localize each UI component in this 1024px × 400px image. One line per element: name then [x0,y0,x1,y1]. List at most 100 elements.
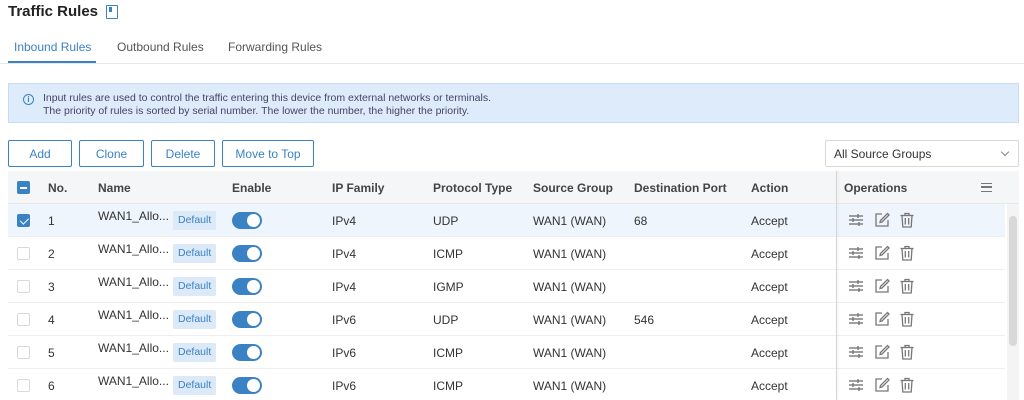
table-row[interactable]: 1 WAN1_Allo... Default IPv4 UDP WAN1 (WA… [8,204,1005,237]
info-banner: i Input rules are used to control the tr… [8,83,1019,123]
row-checkbox[interactable] [17,313,30,326]
adjust-icon[interactable] [848,344,864,360]
source-group-select-value: All Source Groups [834,146,932,161]
tab-outbound-rules[interactable]: Outbound Rules [117,40,204,54]
scrollbar-thumb[interactable] [1009,216,1017,346]
trash-icon[interactable] [899,377,915,393]
row-protocol: IGMP [433,280,464,294]
info-line-2: The priority of rules is sorted by seria… [43,105,470,117]
row-ip-family: IPv4 [332,280,357,294]
row-ip-family: IPv6 [332,379,357,393]
clone-button[interactable]: Clone [79,140,144,167]
enable-toggle[interactable] [232,311,262,328]
adjust-icon[interactable] [848,377,864,393]
default-badge: Default [173,310,217,329]
trash-icon[interactable] [899,344,915,360]
row-source-group: WAN1 (WAN) [533,214,607,228]
row-name: WAN1_Allo... [98,374,169,388]
row-action: Accept [751,379,788,393]
row-source-group: WAN1 (WAN) [533,379,607,393]
row-destination-port: 68 [634,214,648,228]
edit-icon[interactable] [874,311,890,327]
enable-toggle[interactable] [232,278,262,295]
chevron-down-icon [1000,147,1010,157]
row-source-group: WAN1 (WAN) [533,247,607,261]
row-checkbox[interactable] [17,280,30,293]
select-all-checkbox[interactable] [17,181,30,194]
row-checkbox[interactable] [17,214,30,227]
table-header: No. Name Enable IP Family Protocol Type … [8,171,1019,204]
row-checkbox[interactable] [17,379,30,392]
row-action: Accept [751,214,788,228]
edit-icon[interactable] [874,344,890,360]
tab-bar: Inbound Rules Outbound Rules Forwarding … [0,30,1024,64]
tab-forwarding-rules[interactable]: Forwarding Rules [228,40,322,54]
default-badge: Default [173,343,217,362]
move-to-top-button[interactable]: Move to Top [222,140,314,167]
add-button[interactable]: Add [8,140,72,167]
adjust-icon[interactable] [848,212,864,228]
row-name: WAN1_Allo... [98,209,169,223]
trash-icon[interactable] [899,245,915,261]
col-no: No. [48,181,68,195]
enable-toggle[interactable] [232,377,262,394]
enable-toggle[interactable] [232,212,262,229]
row-ip-family: IPv4 [332,214,357,228]
edit-icon[interactable] [874,245,890,261]
row-no: 3 [48,280,55,294]
row-protocol: ICMP [433,247,463,261]
adjust-icon[interactable] [848,278,864,294]
edit-icon[interactable] [874,212,890,228]
table-row[interactable]: 4 WAN1_Allo... Default IPv6 UDP WAN1 (WA… [8,303,1005,336]
row-name: WAN1_Allo... [98,341,169,355]
col-ip-family: IP Family [332,181,385,195]
row-ip-family: IPv6 [332,313,357,327]
edit-icon[interactable] [874,278,890,294]
bookmark-icon[interactable] [106,4,119,19]
default-badge: Default [173,277,217,296]
row-name: WAN1_Allo... [98,275,169,289]
delete-button[interactable]: Delete [151,140,215,167]
trash-icon[interactable] [899,278,915,294]
column-settings-icon[interactable] [981,183,992,192]
col-enable: Enable [232,181,272,195]
adjust-icon[interactable] [848,311,864,327]
source-group-select[interactable]: All Source Groups [825,140,1019,167]
row-protocol: UDP [433,214,459,228]
row-ip-family: IPv4 [332,247,357,261]
enable-toggle[interactable] [232,344,262,361]
page-title: Traffic Rules [8,3,119,20]
table-row[interactable]: 5 WAN1_Allo... Default IPv6 ICMP WAN1 (W… [8,336,1005,369]
row-source-group: WAN1 (WAN) [533,346,607,360]
default-badge: Default [173,211,217,230]
row-no: 1 [48,214,55,228]
default-badge: Default [173,244,217,263]
col-operations: Operations [844,181,908,195]
edit-icon[interactable] [874,377,890,393]
row-checkbox[interactable] [17,247,30,260]
trash-icon[interactable] [899,311,915,327]
table-row[interactable]: 6 WAN1_Allo... Default IPv6 ICMP WAN1 (W… [8,369,1005,400]
default-badge: Default [173,376,217,395]
info-line-1: Input rules are used to control the traf… [43,92,492,104]
page-title-text: Traffic Rules [8,3,99,20]
adjust-icon[interactable] [848,245,864,261]
col-source-group: Source Group [533,181,614,195]
row-name: WAN1_Allo... [98,242,169,256]
row-no: 2 [48,247,55,261]
row-action: Accept [751,280,788,294]
row-protocol: ICMP [433,379,463,393]
trash-icon[interactable] [899,212,915,228]
row-name: WAN1_Allo... [98,308,169,322]
table-row[interactable]: 3 WAN1_Allo... Default IPv4 IGMP WAN1 (W… [8,270,1005,303]
table-scrollbar[interactable] [1007,204,1019,400]
row-destination-port: 546 [634,313,655,327]
row-ip-family: IPv6 [332,346,357,360]
col-protocol-type: Protocol Type [433,181,513,195]
tab-inbound-rules[interactable]: Inbound Rules [14,40,91,54]
row-checkbox[interactable] [17,346,30,359]
enable-toggle[interactable] [232,245,262,262]
table-row[interactable]: 2 WAN1_Allo... Default IPv4 ICMP WAN1 (W… [8,237,1005,270]
active-tab-underline [8,61,96,63]
row-action: Accept [751,313,788,327]
